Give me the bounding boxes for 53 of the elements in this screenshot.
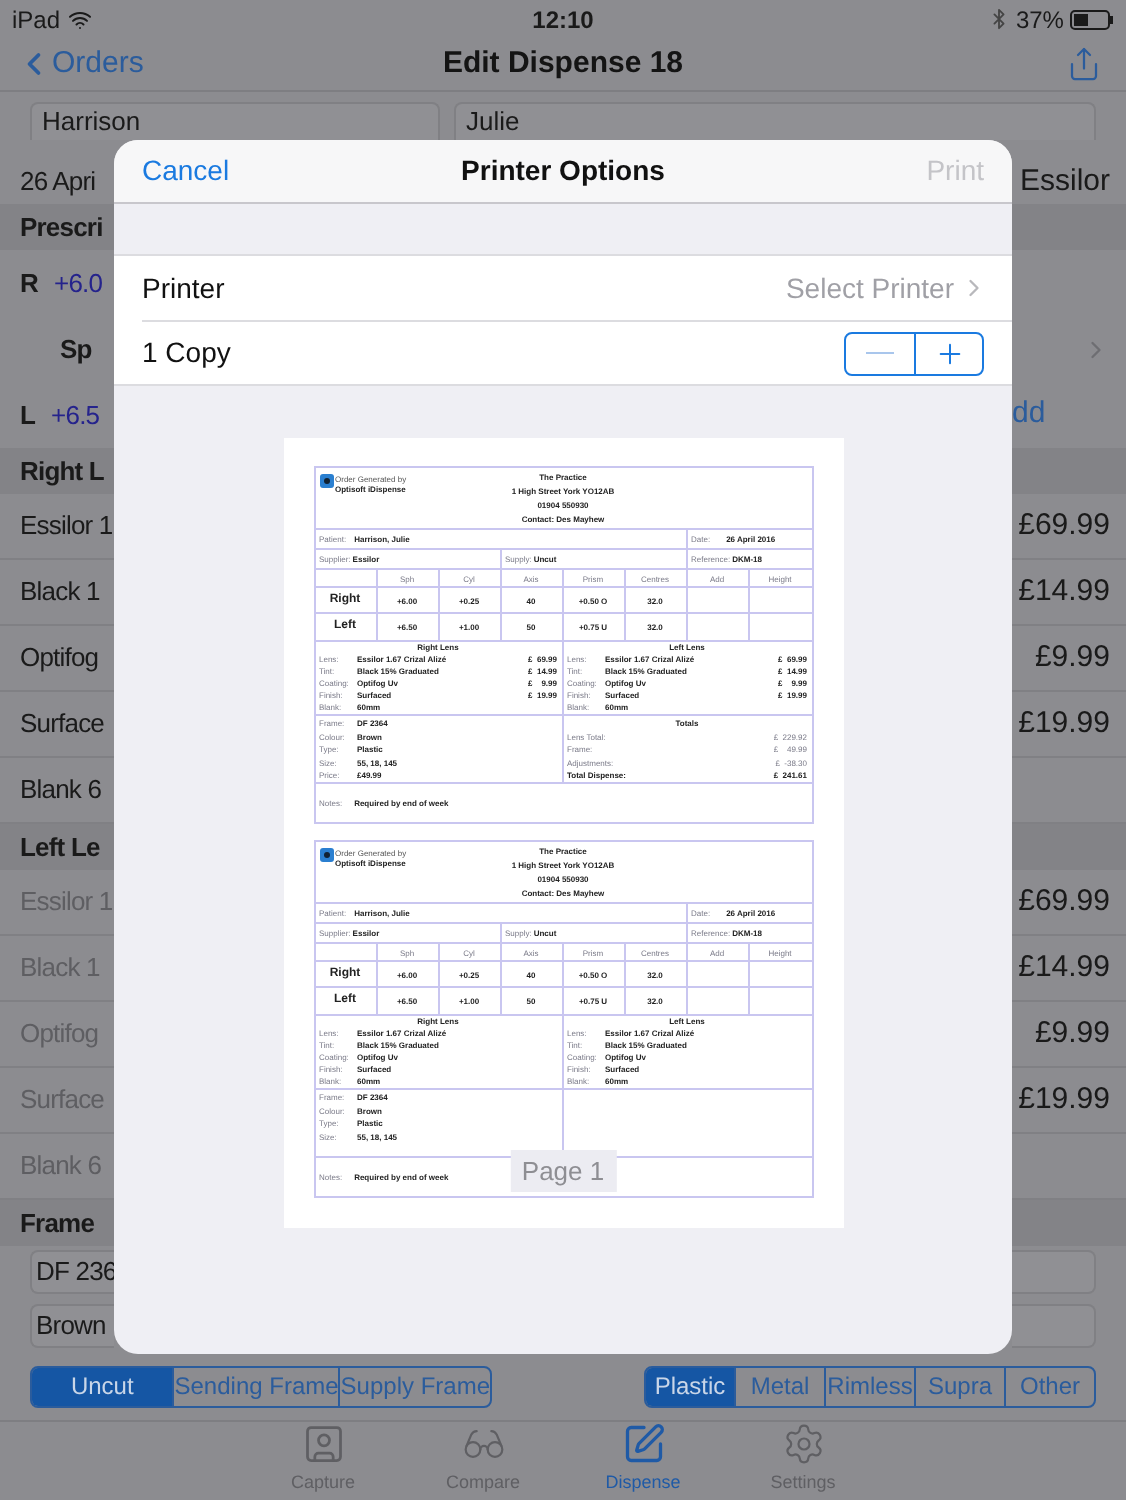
section-header: Right L bbox=[0, 448, 114, 495]
printer-row[interactable]: Printer Select Printer bbox=[114, 256, 1012, 321]
order-date: 26 Apri bbox=[20, 164, 96, 201]
app-logo-icon bbox=[319, 848, 333, 863]
segment[interactable]: Supply Frame bbox=[338, 1367, 490, 1406]
text-field[interactable] bbox=[1012, 1250, 1096, 1295]
dialog-title: Printer Options bbox=[461, 152, 665, 191]
name-field[interactable]: Julie bbox=[454, 102, 1096, 141]
segment[interactable]: Sending Frame bbox=[172, 1367, 339, 1406]
eye-label: L bbox=[20, 397, 36, 434]
segment[interactable]: Other bbox=[1004, 1367, 1094, 1406]
page-indicator: Page 1 bbox=[509, 1149, 617, 1193]
price: £9.99 bbox=[1012, 626, 1126, 693]
text-field[interactable]: Brown bbox=[30, 1304, 114, 1349]
edit-icon bbox=[621, 1421, 665, 1465]
sphere-value: +6.5 bbox=[51, 397, 100, 434]
price: £9.99 bbox=[1012, 1002, 1126, 1069]
minus-icon bbox=[866, 351, 894, 355]
cancel-button[interactable]: Cancel bbox=[142, 150, 282, 193]
segment[interactable]: Uncut bbox=[32, 1367, 173, 1406]
row-label: Sp bbox=[60, 331, 92, 368]
bluetooth-icon bbox=[987, 8, 1010, 31]
add-link[interactable]: dd bbox=[1012, 392, 1046, 438]
price: £69.99 bbox=[1012, 870, 1126, 937]
price: £19.99 bbox=[1012, 1068, 1126, 1135]
price: £14.99 bbox=[1012, 560, 1126, 627]
sphere-value: +6.0 bbox=[54, 265, 103, 302]
eye-label: R bbox=[20, 265, 38, 302]
section-header: Frame bbox=[0, 1200, 114, 1247]
segment[interactable]: Rimless bbox=[824, 1367, 914, 1406]
text-field[interactable] bbox=[1012, 1304, 1096, 1349]
price: £69.99 bbox=[1012, 494, 1126, 561]
portrait-icon bbox=[301, 1421, 345, 1465]
name-field[interactable]: Harrison bbox=[30, 102, 440, 141]
section-header: Prescri bbox=[0, 204, 114, 251]
settings-icon bbox=[781, 1421, 825, 1465]
back-button[interactable]: Orders bbox=[16, 42, 196, 88]
segment[interactable]: Plastic bbox=[646, 1367, 734, 1406]
supplier-value: Essilor bbox=[1019, 161, 1110, 202]
tab-bar-item[interactable]: Dispense bbox=[583, 1421, 703, 1500]
copies-label: 1 Copy bbox=[142, 334, 231, 373]
section-header: Left Le bbox=[0, 824, 114, 871]
battery-level: 37% bbox=[1015, 3, 1064, 38]
battery-icon bbox=[1069, 9, 1114, 30]
app-logo-icon bbox=[319, 474, 333, 489]
segment[interactable]: Metal bbox=[734, 1367, 824, 1406]
device-name: iPad bbox=[12, 3, 61, 38]
screen-title: Edit Dispense 18 bbox=[442, 44, 684, 85]
clock: 12:10 bbox=[532, 3, 594, 38]
segment[interactable]: Supra bbox=[914, 1367, 1004, 1406]
share-icon[interactable] bbox=[1065, 44, 1102, 85]
price: £19.99 bbox=[1012, 692, 1126, 759]
price: £14.99 bbox=[1012, 936, 1126, 1003]
